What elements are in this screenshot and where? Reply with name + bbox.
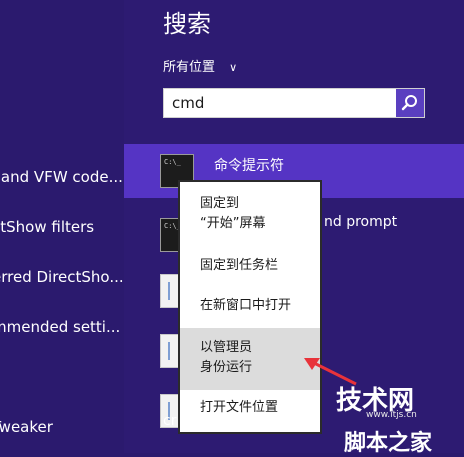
watermark-url: www.itjs.cn (366, 410, 417, 420)
search-button[interactable] (396, 89, 424, 117)
menu-item-open-file-location[interactable]: 打开文件位置 (180, 398, 320, 418)
menu-item-pin-to-taskbar[interactable]: 固定到任务栏 (180, 256, 320, 276)
app-list-item[interactable]: l and VFW code... (0, 168, 124, 186)
app-list-item[interactable]: mmended setti... (0, 318, 124, 336)
search-box (163, 88, 425, 118)
watermark-tagline: 脚本之家 (344, 431, 433, 456)
result-label: 命令提示符 (214, 158, 284, 174)
search-icon (401, 95, 417, 111)
menu-item-pin-to-start[interactable]: 固定到 “开始”屏幕 (180, 194, 320, 234)
menu-item-run-as-admin[interactable]: 以管理员 身份运行 (180, 328, 320, 390)
search-scope-dropdown[interactable]: 所有位置 ∨ (163, 56, 237, 75)
menu-item-open-new-window[interactable]: 在新窗口中打开 (180, 296, 320, 316)
search-input[interactable] (164, 89, 404, 117)
chevron-down-icon: ∨ (229, 61, 238, 74)
result-label: nd prompt (324, 214, 398, 230)
context-menu: 固定到 “开始”屏幕 固定到任务栏 在新窗口中打开 以管理员 身份运行 打开文件… (178, 180, 322, 434)
page-title: 搜索 (163, 10, 211, 38)
app-list: l and VFW code... ctShow filters erred D… (0, 0, 124, 453)
app-list-item[interactable]: erred DirectSho... (0, 268, 124, 286)
app-list-item[interactable]: ctShow filters (0, 218, 102, 236)
search-scope-label: 所有位置 (163, 60, 216, 75)
app-list-item[interactable]: Tweaker (0, 418, 61, 436)
result-label-fragment: cr (163, 413, 177, 429)
